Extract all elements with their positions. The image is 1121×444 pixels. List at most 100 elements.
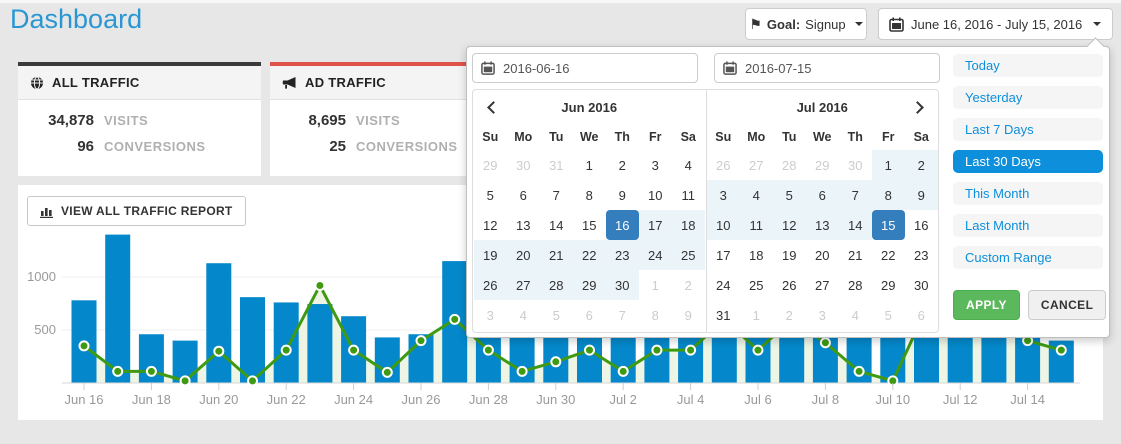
range-option-this-month[interactable]: This Month [953,182,1103,205]
calendar-day[interactable]: 25 [672,240,705,270]
calendar-day[interactable]: 13 [507,210,540,240]
calendar-day-selected[interactable]: 16 [606,210,639,240]
x-axis-tick-label: Jul 4 [677,392,704,407]
calendar-day[interactable]: 4 [672,150,705,180]
start-date-input[interactable] [472,53,698,83]
calendar-day[interactable]: 4 [740,180,773,210]
range-option-last-month[interactable]: Last Month [953,214,1103,237]
calendar-day[interactable]: 10 [639,180,672,210]
prev-month-button[interactable] [487,101,500,114]
conversions-point [282,346,291,355]
calendar-day[interactable]: 18 [672,210,705,240]
calendar-day[interactable]: 2 [606,150,639,180]
calendar-day[interactable]: 3 [639,150,672,180]
calendar-day[interactable]: 6 [507,180,540,210]
apply-button[interactable]: APPLY [953,290,1020,320]
end-date-input[interactable] [714,53,940,83]
calendar-day-selected[interactable]: 15 [872,210,905,240]
conversions-label: CONVERSIONS [356,139,458,154]
calendar-day[interactable]: 10 [707,210,740,240]
calendar-day[interactable]: 21 [839,240,872,270]
calendar-day[interactable]: 20 [806,240,839,270]
range-option-last-7-days[interactable]: Last 7 Days [953,118,1103,141]
calendar-day[interactable]: 5 [474,180,507,210]
calendar-day[interactable]: 19 [474,240,507,270]
calendar-day[interactable]: 22 [573,240,606,270]
daterange-button[interactable]: June 16, 2016 - July 15, 2016 [878,8,1113,40]
calendar-day: 26 [707,150,740,180]
calendar-day[interactable]: 28 [540,270,573,300]
calendar-day[interactable]: 7 [540,180,573,210]
calendar-day[interactable]: 3 [707,180,740,210]
range-option-yesterday[interactable]: Yesterday [953,86,1103,109]
calendar-day[interactable]: 30 [606,270,639,300]
cancel-button[interactable]: CANCEL [1028,290,1106,320]
calendar-day[interactable]: 14 [540,210,573,240]
calendar-day[interactable]: 26 [474,270,507,300]
calendar-day[interactable]: 7 [839,180,872,210]
x-axis-tick-label: Jun 20 [199,392,238,407]
conversions-point [349,346,358,355]
calendar-day[interactable]: 20 [507,240,540,270]
calendar-day[interactable]: 1 [573,150,606,180]
weekday-label: Sa [905,123,938,150]
calendar-day[interactable]: 16 [905,210,938,240]
calendar-day[interactable]: 12 [773,210,806,240]
calendar-day[interactable]: 26 [773,270,806,300]
conversions-value: 25 [282,138,346,155]
calendar-day[interactable]: 29 [872,270,905,300]
range-option-today[interactable]: Today [953,54,1103,77]
calendar-day[interactable]: 27 [806,270,839,300]
x-axis-tick-label: Jul 8 [812,392,839,407]
calendar-day[interactable]: 11 [672,180,705,210]
calendar-day[interactable]: 15 [573,210,606,240]
next-month-button[interactable] [911,101,924,114]
weekday-label: Th [606,123,639,150]
calendar-day[interactable]: 17 [639,210,672,240]
calendar-day[interactable]: 18 [740,240,773,270]
range-option-custom-range[interactable]: Custom Range [953,246,1103,269]
calendar-day[interactable]: 12 [474,210,507,240]
calendar-day[interactable]: 30 [905,270,938,300]
conversions-point [80,341,89,350]
calendar-day[interactable]: 29 [573,270,606,300]
calendar-day[interactable]: 13 [806,210,839,240]
calendar-day[interactable]: 8 [872,180,905,210]
calendar-day[interactable]: 17 [707,240,740,270]
x-axis-tick-label: Jun 26 [401,392,440,407]
calendar-day: 6 [573,300,606,330]
range-option-last-30-days[interactable]: Last 30 Days [953,150,1103,173]
calendar-day[interactable]: 19 [773,240,806,270]
calendar-day[interactable]: 1 [872,150,905,180]
weekday-label: Fr [639,123,672,150]
conversions-point [315,281,324,290]
calendar-day[interactable]: 28 [839,270,872,300]
calendar-day[interactable]: 11 [740,210,773,240]
calendar-day[interactable]: 9 [905,180,938,210]
calendar-day[interactable]: 31 [707,300,740,330]
calendar-day[interactable]: 22 [872,240,905,270]
weekday-label: Su [474,123,507,150]
calendar-day[interactable]: 6 [806,180,839,210]
x-axis-tick-label: Jun 22 [267,392,306,407]
conversions-point [1057,346,1066,355]
view-all-traffic-report-button[interactable]: VIEW ALL TRAFFIC REPORT [27,196,246,226]
calendar-day[interactable]: 8 [573,180,606,210]
x-axis-tick-label: Jun 24 [334,392,373,407]
calendar-day[interactable]: 24 [707,270,740,300]
calendar-day[interactable]: 24 [639,240,672,270]
weekday-label: We [806,123,839,150]
calendars-container: Jun 2016 SuMoTuWeThFrSa29303112345678910… [472,89,939,333]
goal-selector-button[interactable]: ⚑ Goal: Signup [745,8,867,40]
conversions-point [652,346,661,355]
calendar-day[interactable]: 23 [905,240,938,270]
calendar-day[interactable]: 21 [540,240,573,270]
calendar-day[interactable]: 5 [773,180,806,210]
calendar-day: 2 [773,300,806,330]
calendar-day[interactable]: 14 [839,210,872,240]
calendar-day[interactable]: 23 [606,240,639,270]
calendar-day[interactable]: 25 [740,270,773,300]
calendar-day[interactable]: 9 [606,180,639,210]
calendar-day[interactable]: 2 [905,150,938,180]
calendar-day[interactable]: 27 [507,270,540,300]
